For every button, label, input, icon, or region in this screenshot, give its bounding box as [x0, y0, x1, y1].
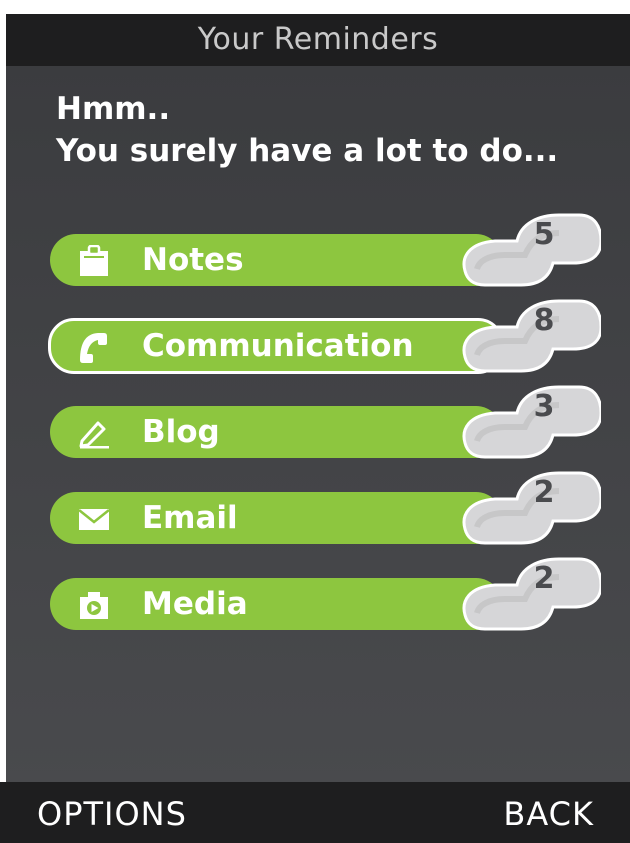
reminders-screen: Your Reminders Hmm.. You surely have a l… — [6, 14, 630, 843]
count-value: 5 — [533, 217, 555, 252]
reminder-pill — [50, 578, 502, 630]
reminder-item-email[interactable]: Email 2 — [50, 471, 606, 545]
page-title: Your Reminders — [197, 22, 439, 57]
reminder-label: Email — [142, 500, 238, 536]
softkey-bar: OPTIONS BACK — [0, 782, 630, 843]
reminder-item-blog[interactable]: Blog 3 — [50, 385, 606, 459]
message-text: Hmm.. You surely have a lot to do... — [56, 88, 558, 172]
count-value: 8 — [533, 303, 555, 338]
envelope-icon — [78, 509, 110, 530]
message-line-1: Hmm.. — [56, 91, 171, 127]
reminder-label: Blog — [142, 414, 220, 450]
count-value: 2 — [533, 475, 555, 510]
reminder-label: Media — [142, 586, 248, 622]
options-softkey[interactable]: OPTIONS — [37, 794, 187, 834]
phone-icon — [80, 333, 107, 363]
clipboard-icon — [80, 245, 108, 276]
reminder-label: Notes — [142, 242, 244, 278]
title-bar: Your Reminders — [6, 14, 630, 66]
count-value: 2 — [533, 561, 555, 596]
reminder-item-media[interactable]: Media 2 — [50, 557, 606, 631]
count-value: 3 — [533, 389, 555, 424]
reminder-pill — [50, 492, 502, 544]
reminder-label: Communication — [142, 328, 414, 364]
camera-icon — [80, 592, 108, 619]
reminder-pill — [50, 406, 502, 458]
back-softkey[interactable]: BACK — [503, 794, 594, 834]
reminder-pill — [50, 234, 502, 286]
reminder-item-notes[interactable]: Notes 5 — [50, 213, 606, 287]
pen-icon — [79, 421, 109, 449]
message-line-2: You surely have a lot to do... — [56, 133, 559, 169]
reminder-item-communication[interactable]: Communication 8 — [48, 299, 606, 374]
